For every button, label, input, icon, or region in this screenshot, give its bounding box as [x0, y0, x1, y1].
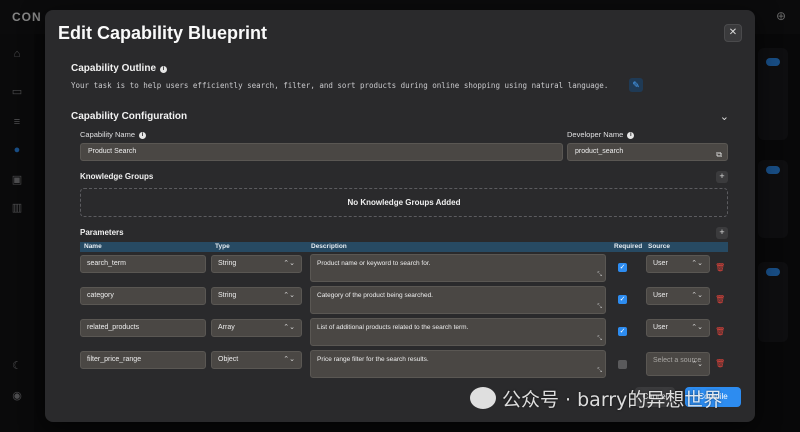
- edit-capability-modal: Edit Capability Blueprint ✕ Capability O…: [45, 10, 755, 422]
- column-type: Type: [215, 243, 230, 250]
- param-name-input[interactable]: related_products: [80, 319, 206, 337]
- edit-outline-button[interactable]: ✎: [629, 78, 643, 92]
- modal-title: Edit Capability Blueprint: [58, 23, 268, 43]
- param-name-input[interactable]: filter_price_range: [80, 351, 206, 369]
- trash-icon[interactable]: 🗑: [715, 327, 725, 337]
- outline-section-title: Capability Outline i: [71, 63, 168, 74]
- param-type-select[interactable]: Array ⌃⌄: [211, 319, 302, 337]
- capability-name-input[interactable]: Product Search: [80, 143, 563, 161]
- resize-icon[interactable]: ⤡: [597, 336, 602, 343]
- param-required-checkbox[interactable]: ✓: [618, 360, 627, 369]
- knowledge-groups-title: Knowledge Groups: [80, 172, 154, 181]
- watermark-text: 公众号 · barry的异想世界: [502, 389, 723, 411]
- param-description-input[interactable]: Category of the product being searched. ⤡: [310, 286, 606, 314]
- select-arrow-icon: ⌃⌄: [691, 361, 703, 368]
- param-type-value: Object: [218, 356, 239, 363]
- capability-name-label-text: Capability Name: [80, 130, 136, 139]
- param-description-value: Price range filter for the search result…: [317, 356, 429, 363]
- close-button[interactable]: ✕: [724, 24, 742, 42]
- param-description-input[interactable]: Product name or keyword to search for. ⤡: [310, 254, 606, 282]
- add-parameter-button[interactable]: +: [716, 227, 728, 239]
- select-arrow-icon: ⌃⌄: [283, 324, 295, 331]
- param-type-value: Array: [218, 324, 235, 331]
- copy-icon[interactable]: ⧉: [716, 147, 722, 163]
- select-arrow-icon: ⌃⌄: [283, 356, 295, 363]
- column-description: Description: [311, 243, 347, 250]
- param-name-input[interactable]: search_term: [80, 255, 206, 273]
- column-source: Source: [648, 243, 671, 250]
- trash-icon[interactable]: 🗑: [715, 295, 725, 305]
- parameters-table-header: Name Type Description Required Source: [80, 242, 728, 252]
- param-source-select[interactable]: User ⌃⌄: [646, 287, 710, 305]
- column-name: Name: [84, 243, 102, 250]
- resize-icon[interactable]: ⤡: [597, 304, 602, 311]
- param-source-select[interactable]: User ⌃⌄: [646, 255, 710, 273]
- resize-icon[interactable]: ⤡: [597, 272, 602, 279]
- param-description-value: Category of the product being searched.: [317, 292, 433, 299]
- select-arrow-icon: ⌃⌄: [691, 324, 703, 331]
- developer-name-label-text: Developer Name: [567, 130, 624, 139]
- outline-title: Capability Outline: [71, 63, 157, 74]
- param-description-input[interactable]: List of additional products related to t…: [310, 318, 606, 346]
- column-required: Required: [614, 243, 643, 250]
- add-knowledge-group-button[interactable]: +: [716, 171, 728, 183]
- wechat-logo-icon: [470, 387, 496, 409]
- developer-name-value: product_search: [575, 148, 624, 155]
- developer-name-label: Developer Name i: [567, 130, 635, 139]
- param-description-input[interactable]: Price range filter for the search result…: [310, 350, 606, 378]
- param-required-checkbox[interactable]: ✓: [618, 295, 627, 304]
- param-source-value: User: [653, 260, 668, 267]
- select-arrow-icon: ⌃⌄: [691, 292, 703, 299]
- param-source-select[interactable]: User ⌃⌄: [646, 319, 710, 337]
- resize-icon[interactable]: ⤡: [597, 368, 602, 375]
- param-required-checkbox[interactable]: ✓: [618, 327, 627, 336]
- param-type-select[interactable]: String ⌃⌄: [211, 255, 302, 273]
- param-type-value: String: [218, 260, 237, 267]
- select-arrow-icon: ⌃⌄: [283, 260, 295, 267]
- capability-name-label: Capability Name i: [80, 130, 147, 139]
- param-description-value: List of additional products related to t…: [317, 324, 469, 331]
- trash-icon[interactable]: 🗑: [715, 263, 725, 273]
- param-type-select[interactable]: String ⌃⌄: [211, 287, 302, 305]
- outline-text: Your task is to help users efficiently s…: [71, 81, 609, 90]
- config-section-title: Capability Configuration: [71, 111, 188, 122]
- trash-icon[interactable]: 🗑: [715, 359, 725, 369]
- select-arrow-icon: ⌃⌄: [283, 292, 295, 299]
- param-type-select[interactable]: Object ⌃⌄: [211, 351, 302, 369]
- param-source-value: User: [653, 324, 668, 331]
- param-source-value: User: [653, 292, 668, 299]
- param-source-select[interactable]: Select a source ⌃⌄: [646, 352, 710, 376]
- param-type-value: String: [218, 292, 237, 299]
- developer-name-input[interactable]: product_search ⧉: [567, 143, 728, 161]
- param-required-checkbox[interactable]: ✓: [618, 263, 627, 272]
- knowledge-groups-empty: No Knowledge Groups Added: [80, 188, 728, 217]
- param-description-value: Product name or keyword to search for.: [317, 260, 431, 267]
- info-icon[interactable]: i: [627, 132, 635, 139]
- watermark: 公众号 · barry的异想世界: [470, 385, 722, 412]
- parameters-title: Parameters: [80, 228, 124, 237]
- select-arrow-icon: ⌃⌄: [691, 260, 703, 267]
- chevron-down-icon[interactable]: ⌄: [720, 110, 729, 123]
- info-icon[interactable]: i: [160, 66, 168, 73]
- info-icon[interactable]: i: [139, 132, 147, 139]
- param-name-input[interactable]: category: [80, 287, 206, 305]
